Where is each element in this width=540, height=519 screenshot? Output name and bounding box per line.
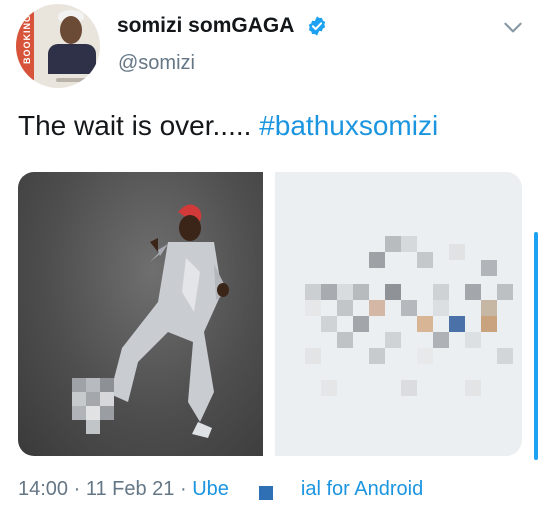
tweet-source-start[interactable]: Ube [192, 478, 229, 500]
pixel-block [305, 284, 321, 300]
tweet-source-end[interactable]: ial for Android [301, 478, 423, 500]
photo-right[interactable] [275, 172, 522, 456]
media-grid [18, 172, 522, 456]
pixel-block [385, 284, 401, 300]
pixel-block [100, 406, 114, 420]
pixel-block [305, 348, 321, 364]
tweet-timestamp: 14:00 · 11 Feb 21 · Ube ial for Android [18, 478, 423, 501]
pixel-block [100, 392, 114, 406]
pixel-block [401, 300, 417, 316]
pixel-block [72, 378, 86, 392]
pixel-block [86, 420, 100, 434]
photo-left-figure [110, 204, 229, 438]
pixel-block [337, 284, 353, 300]
pixel-block [72, 392, 86, 406]
pixel-block [465, 380, 481, 396]
pixel-block [369, 252, 385, 268]
tweet-body: The wait is over..... [18, 110, 260, 141]
separator-dot: · [174, 478, 193, 500]
pixel-block [417, 316, 433, 332]
tweet-date[interactable]: 11 Feb 21 [86, 478, 175, 500]
pixel-block [401, 380, 417, 396]
pixel-block [321, 316, 337, 332]
pixel-block [433, 300, 449, 316]
pixel-block [449, 316, 465, 332]
avatar-caption [56, 78, 92, 82]
pixel-block [321, 284, 337, 300]
pixel-block [86, 406, 100, 420]
pixel-block [385, 236, 401, 252]
pixel-block [337, 332, 353, 348]
pixel-block [86, 378, 100, 392]
pixel-block [72, 406, 86, 420]
pixel-block [481, 260, 497, 276]
avatar-head [60, 16, 82, 44]
pixel-block [385, 332, 401, 348]
scrollbar[interactable] [534, 232, 538, 460]
avatar-band: BOOKING [16, 4, 34, 88]
pixel-block [100, 378, 114, 392]
pixel-block [465, 284, 481, 300]
pixel-block [321, 380, 337, 396]
pixel-block [481, 316, 497, 332]
pixel-block [433, 332, 449, 348]
pixel-block [86, 392, 100, 406]
tweet-time[interactable]: 14:00 [18, 478, 68, 500]
pixel-block [305, 300, 321, 316]
photo-left[interactable] [18, 172, 263, 456]
pixel-block [353, 284, 369, 300]
pixel-block [401, 236, 417, 252]
user-handle[interactable]: @somizi [118, 52, 195, 75]
pixel-block [481, 300, 497, 316]
redacted-pixel [258, 485, 273, 500]
redacted-block [229, 482, 301, 500]
verified-badge-icon [308, 16, 326, 36]
pixel-block [417, 252, 433, 268]
pixel-block [497, 284, 513, 300]
tweet-text: The wait is over..... #bathuxsomizi [18, 110, 438, 142]
pixel-block [337, 300, 353, 316]
avatar-body [48, 44, 96, 74]
pixel-block [369, 300, 385, 316]
avatar[interactable]: BOOKING [16, 4, 100, 88]
pixel-block [497, 348, 513, 364]
pixel-block [417, 348, 433, 364]
separator-dot: · [68, 478, 86, 500]
avatar-band-text: BOOKING [22, 13, 33, 65]
pixel-block [449, 244, 465, 260]
display-name[interactable]: somizi somGAGA [117, 14, 294, 38]
chevron-down-icon[interactable] [500, 14, 526, 40]
hashtag-link[interactable]: #bathuxsomizi [259, 110, 438, 141]
pixel-block [433, 284, 449, 300]
pixel-block [369, 348, 385, 364]
pixel-block [353, 316, 369, 332]
pixel-block [465, 332, 481, 348]
